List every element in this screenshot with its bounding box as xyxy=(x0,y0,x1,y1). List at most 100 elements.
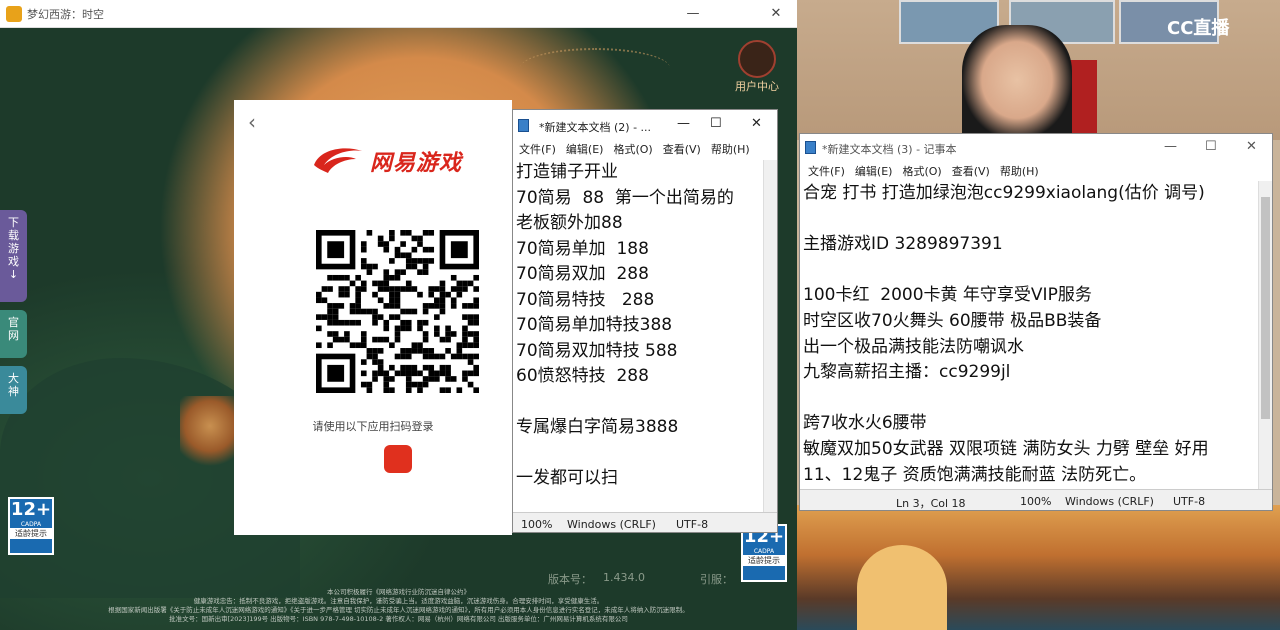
menu-view[interactable]: 查看(V) xyxy=(663,143,701,156)
text-line: 九黎高薪招主播：cc9299jl xyxy=(803,362,1011,383)
text-line: 打造铺子开业 xyxy=(516,162,618,182)
vertical-scrollbar[interactable] xyxy=(763,160,777,512)
cloud-decoration xyxy=(520,48,670,88)
notepad-statusbar: Ln 3，Col 18 100% Windows (CRLF) UTF-8 xyxy=(800,489,1272,510)
text-line: 合宠 打书 打造加绿泡泡cc9299xiaolang(估价 调号) xyxy=(803,183,1205,203)
age-rating-org: CADPA xyxy=(20,521,42,528)
rock-arch xyxy=(857,545,947,630)
menu-edit[interactable]: 编辑(E) xyxy=(855,165,893,178)
download-arrow-icon: ↓ xyxy=(8,268,19,281)
back-chevron-icon[interactable]: ‹ xyxy=(248,110,256,134)
version-value: 1.434.0 xyxy=(603,571,645,584)
tab-char: 载 xyxy=(8,229,19,242)
notepad-window-right: *新建文本文档 (3) - 记事本 — ☐ ✕ 文件(F) 编辑(E) 格式(O) 查… xyxy=(799,133,1273,511)
line-ending: Windows (CRLF) xyxy=(1065,495,1154,508)
notepad-menubar: 文件(F) 编辑(E) 格式(O) 查看(V) 帮助(H) xyxy=(513,141,777,159)
text-line: 时空区收70火舞头 60腰带 极品BB装备 xyxy=(803,310,1102,331)
age-rating-org: CADPA xyxy=(753,548,775,555)
text-line: 11、12鬼子 资质饱满满技能耐蓝 法防死亡。 xyxy=(803,464,1147,485)
netease-swoosh-icon xyxy=(314,148,362,173)
line-ending: Windows (CRLF) xyxy=(567,518,656,531)
text-line: 一发都可以扫 xyxy=(516,468,618,488)
logo-text: 网易游戏 xyxy=(370,151,463,176)
notepad-menubar: 文件(F) 编辑(E) 格式(O) 查看(V) 帮助(H) xyxy=(800,163,1272,181)
tab-char: 戏 xyxy=(8,255,19,268)
user-center-button[interactable]: 用户中心 xyxy=(728,40,786,96)
encoding: UTF-8 xyxy=(1173,495,1206,508)
cursor-position: Ln 3，Col 18 xyxy=(896,497,966,510)
age-rating-tip: 适龄提示 xyxy=(743,555,785,566)
close-button[interactable]: ✕ xyxy=(1246,139,1257,154)
streamer xyxy=(962,25,1072,140)
close-button[interactable]: ✕ xyxy=(766,4,786,24)
text-line xyxy=(516,441,763,467)
text-line: 主播游戏ID 3289897391 xyxy=(803,234,1003,255)
menu-help[interactable]: 帮助(H) xyxy=(711,143,750,156)
menu-file[interactable]: 文件(F) xyxy=(519,143,556,156)
text-line: 专属爆白字简易3888 xyxy=(516,417,679,437)
menu-format[interactable]: 格式(O) xyxy=(902,165,941,178)
text-line xyxy=(803,386,1258,412)
text-line: 跨7收水火6腰带 xyxy=(803,413,927,434)
minimize-button[interactable]: — xyxy=(683,4,703,24)
notepad-window-left: *新建文本文档 (2) - ... — ☐ ✕ 文件(F) 编辑(E) 格式(O) 查… xyxy=(512,109,778,533)
tab-char: 官 xyxy=(8,316,19,329)
user-center-label: 用户中心 xyxy=(735,80,779,93)
vertical-scrollbar[interactable] xyxy=(1258,181,1272,489)
notepad-text-area[interactable]: 合宠 打书 打造加绿泡泡cc9299xiaolang(估价 调号) 主播游戏ID… xyxy=(800,181,1258,489)
text-line: 70简易特技 288 xyxy=(516,289,655,310)
menu-file[interactable]: 文件(F) xyxy=(808,165,845,178)
notepad-titlebar[interactable]: *新建文本文档 (2) - ... — ☐ ✕ xyxy=(513,110,777,140)
age-rating-tip: 适龄提示 xyxy=(10,528,52,539)
maximize-button[interactable]: ☐ xyxy=(1205,139,1217,154)
text-line xyxy=(803,207,1258,233)
download-game-tab[interactable]: 下 载 游 戏 ↓ xyxy=(0,210,27,302)
text-line xyxy=(516,390,763,416)
netease-games-logo: 网易游戏 xyxy=(310,143,485,177)
text-line: 70简易单加 188 xyxy=(516,238,649,259)
text-line: 出一个极品满技能法防嘲讽水 xyxy=(803,336,1024,357)
text-line xyxy=(803,258,1258,284)
text-line: 70简易单加特技388 xyxy=(516,315,673,335)
version-label: 版本号： xyxy=(548,573,592,586)
age-rating-badge: 12+ CADPA 适龄提示 xyxy=(8,497,54,555)
maximize-button[interactable]: ☐ xyxy=(710,116,722,131)
footer-line: 健康游戏忠告：抵制不良游戏，拒绝盗版游戏。注意自我保护，谨防受骗上当。适度游戏益… xyxy=(193,597,604,605)
notepad-title: *新建文本文档 (3) - 记事本 xyxy=(822,143,957,156)
text-line: 老板额外加88 xyxy=(516,213,623,233)
notepad-title: *新建文本文档 (2) - ... xyxy=(539,121,652,134)
notepad-statusbar: 100% Windows (CRLF) UTF-8 xyxy=(513,512,777,532)
encoding: UTF-8 xyxy=(676,518,709,531)
legal-footer: 本公司积极履行《网络游戏行业防沉迷自律公约》 健康游戏忠告：抵制不良游戏，拒绝盗… xyxy=(0,588,797,630)
footer-line: 根据国家新闻出版署《关于防止未成年人沉迷网络游戏的通知》《关于进一步严格管理 切… xyxy=(108,606,689,614)
notepad-text-area[interactable]: 打造铺子开业 70简易 88 第一个出简易的 老板额外加88 70简易单加 18… xyxy=(513,160,763,512)
qr-login-dialog: ‹ 网易游戏 请使用以下应用扫码登录 xyxy=(234,100,512,535)
official-site-tab[interactable]: 官 网 xyxy=(0,310,27,358)
menu-view[interactable]: 查看(V) xyxy=(952,165,990,178)
screen: 梦幻西游：时空 — ✕ 下 载 游 戏 ↓ 官 网 大 神 用户中心 12+ C… xyxy=(0,0,1280,630)
login-qr-code xyxy=(316,230,479,393)
text-line: 70简易双加特技 588 xyxy=(516,340,678,361)
scrollbar-thumb[interactable] xyxy=(1261,197,1270,419)
text-line: 60愤怒特技 288 xyxy=(516,366,649,386)
menu-help[interactable]: 帮助(H) xyxy=(1000,165,1039,178)
minimize-button[interactable]: — xyxy=(677,116,690,131)
game-app-icon xyxy=(6,6,22,22)
text-line: 70简易 88 第一个出简易的 xyxy=(516,187,734,208)
notepad-titlebar[interactable]: *新建文本文档 (3) - 记事本 — ☐ ✕ xyxy=(800,134,1272,161)
text-line: 100卡红 2000卡黄 年守享受VIP服务 xyxy=(803,285,1092,306)
age-rating-number: 12+ xyxy=(10,499,52,520)
qr-code-icon xyxy=(316,230,479,393)
tab-char: 下 xyxy=(8,216,19,229)
tab-char: 神 xyxy=(8,385,19,398)
zoom-level: 100% xyxy=(1020,495,1052,508)
game-titlebar[interactable]: 梦幻西游：时空 — ✕ xyxy=(0,0,797,28)
minimize-button[interactable]: — xyxy=(1164,139,1177,154)
menu-edit[interactable]: 编辑(E) xyxy=(566,143,604,156)
tab-char: 游 xyxy=(8,242,19,255)
zoom-level: 100% xyxy=(521,518,553,531)
dashen-tab[interactable]: 大 神 xyxy=(0,366,27,414)
menu-format[interactable]: 格式(O) xyxy=(613,143,652,156)
close-button[interactable]: ✕ xyxy=(751,116,762,131)
game-app-icon[interactable] xyxy=(384,445,412,473)
